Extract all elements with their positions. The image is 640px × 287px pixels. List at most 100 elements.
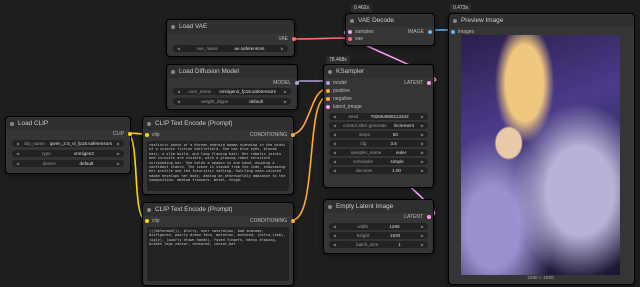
widget-label: control after generate xyxy=(343,123,387,128)
output-vae-socket[interactable] xyxy=(292,37,296,41)
widget-label: width xyxy=(357,224,369,229)
clip-text-encode-negative-node[interactable]: CLIP Text Encode (Prompt) clip CONDITION… xyxy=(142,202,295,286)
negative-prompt-textarea[interactable]: (((deformed))), blurry, over saturation,… xyxy=(147,227,289,281)
node-status-dot xyxy=(350,18,354,23)
output-model-label: MODEL xyxy=(273,80,291,86)
load-vae-node[interactable]: Load VAE VAE ◀ vae_name ae.safetensors ▶ xyxy=(166,19,296,57)
output-conditioning-socket[interactable] xyxy=(291,133,295,137)
output-clip-socket[interactable] xyxy=(128,132,132,136)
steps-widget[interactable]: ◀ steps 50 ▶ xyxy=(329,131,428,138)
wire-vae xyxy=(292,37,350,40)
empty-latent-image-node[interactable]: Empty Latent Image LATENT ◀ width 1280 ▶ ◀ h… xyxy=(323,199,434,254)
widget-value: 50 xyxy=(392,132,398,137)
input-vae-label: vae xyxy=(355,36,364,42)
widget-label: unet_name xyxy=(188,89,212,94)
output-image-label: IMAGE xyxy=(407,29,424,35)
node-status-dot xyxy=(171,24,175,29)
node-title: Load CLIP xyxy=(18,120,49,127)
clip-text-encode-positive-node[interactable]: CLIP Text Encode (Prompt) clip CONDITION… xyxy=(142,116,295,195)
output-conditioning-socket[interactable] xyxy=(291,219,295,223)
input-clip-socket[interactable] xyxy=(145,133,149,137)
type-widget[interactable]: ◀ type omnigen2 ▶ xyxy=(12,150,124,157)
input-negative-label: negative xyxy=(333,96,352,102)
input-latent-socket[interactable] xyxy=(326,105,330,109)
control-after-generate-widget[interactable]: ◀ control after generate increment ▶ xyxy=(329,122,428,129)
sampler-name-widget[interactable]: ◀ sampler_name euler ▶ xyxy=(329,149,428,156)
node-status-dot xyxy=(328,204,332,209)
input-clip-socket[interactable] xyxy=(145,219,149,223)
output-conditioning-label: CONDITIONING xyxy=(250,218,287,224)
node-status-dot xyxy=(171,69,175,74)
node-title: KSampler xyxy=(336,68,365,75)
scheduler-widget[interactable]: ◀ scheduler simple ▶ xyxy=(329,158,428,165)
widget-label: device xyxy=(42,161,56,166)
node-title: Load Diffusion Model xyxy=(179,68,239,75)
load-clip-node[interactable]: Load CLIP CLIP ◀ clip_name qwen_2.5_vl_fp1… xyxy=(5,116,132,174)
output-latent-socket[interactable] xyxy=(427,215,431,219)
clip-name-widget[interactable]: ◀ clip_name qwen_2.5_vl_fp16.safetensors ▶ xyxy=(12,140,124,147)
vae-name-widget[interactable]: ◀ vae_name ae.safetensors ▶ xyxy=(173,45,288,52)
seed-widget[interactable]: ◀ seed 782664668113342 ▶ xyxy=(329,113,428,120)
widget-value: ae.safetensors xyxy=(234,46,265,51)
widget-value: 1.00 xyxy=(392,168,401,173)
node-status-dot xyxy=(453,18,457,23)
widget-label: clip_name xyxy=(23,141,45,146)
node-title: CLIP Text Encode (Prompt) xyxy=(155,206,233,213)
widget-value: omnigen2 xyxy=(73,151,94,156)
image-size-caption: 1280 × 1920 xyxy=(527,276,554,281)
input-clip-label: clip xyxy=(152,218,160,224)
unet-name-widget[interactable]: ◀ unet_name omnigen2_fp16.safetensors ▶ xyxy=(173,88,291,95)
input-model-label: model xyxy=(333,80,347,86)
node-status-dot xyxy=(10,121,14,126)
generated-image-preview xyxy=(461,35,620,275)
device-widget[interactable]: ◀ device default ▶ xyxy=(12,160,124,167)
vae-decode-time: 0.462s xyxy=(351,4,373,12)
widget-label: seed xyxy=(348,114,359,119)
width-widget[interactable]: ◀ width 1280 ▶ xyxy=(329,223,428,230)
wire-negative-conditioning xyxy=(291,96,328,221)
preview-time: 0.473s xyxy=(450,4,472,12)
output-latent-label: LATENT xyxy=(404,214,423,220)
widget-label: batch_size xyxy=(356,242,379,247)
node-title: Load VAE xyxy=(179,23,208,30)
weight-dtype-widget[interactable]: ◀ weight_dtype default ▶ xyxy=(173,98,291,105)
widget-value: 1280 xyxy=(389,224,400,229)
widget-value: 1920 xyxy=(389,233,401,238)
input-clip-label: clip xyxy=(152,132,160,138)
widget-value: omnigen2_fp16.safetensors xyxy=(219,89,276,94)
input-positive-socket[interactable] xyxy=(326,89,330,93)
widget-value: 782664668113342 xyxy=(370,114,409,119)
ksampler-node[interactable]: KSampler model positive negative latent_… xyxy=(323,64,434,188)
output-image-socket[interactable] xyxy=(428,30,432,34)
denoise-widget[interactable]: ◀ denoise 1.00 ▶ xyxy=(329,167,428,174)
positive-prompt-textarea[interactable]: realistic photo of a Korean android woma… xyxy=(147,141,289,191)
input-images-socket[interactable] xyxy=(451,30,455,34)
node-status-dot xyxy=(147,121,151,126)
input-samples-socket[interactable] xyxy=(348,30,352,34)
node-title: Empty Latent Image xyxy=(336,203,394,210)
widget-label: height xyxy=(356,233,370,238)
input-model-socket[interactable] xyxy=(326,81,330,85)
batch-size-widget[interactable]: ◀ batch_size 1 ▶ xyxy=(329,241,428,248)
input-negative-socket[interactable] xyxy=(326,97,330,101)
output-latent-socket[interactable] xyxy=(427,81,431,85)
widget-label: weight_dtype xyxy=(201,99,229,104)
node-title: VAE Decode xyxy=(358,17,395,24)
widget-value: 1 xyxy=(398,242,401,247)
node-status-dot xyxy=(147,207,151,212)
input-vae-socket[interactable] xyxy=(348,37,352,41)
height-widget[interactable]: ◀ height 1920 ▶ xyxy=(329,232,428,239)
widget-label: sampler_name xyxy=(350,150,382,155)
node-title: Preview Image xyxy=(461,17,504,24)
ksampler-time: 78.468s xyxy=(326,56,350,64)
widget-label: type xyxy=(42,151,51,156)
output-latent-label: LATENT xyxy=(404,80,423,86)
widget-label: steps xyxy=(358,132,370,137)
output-model-socket[interactable] xyxy=(295,81,299,85)
load-diffusion-model-node[interactable]: Load Diffusion Model MODEL ◀ unet_name om… xyxy=(166,64,299,110)
node-title: CLIP Text Encode (Prompt) xyxy=(155,120,233,127)
widget-value: simple xyxy=(390,159,404,164)
widget-label: scheduler xyxy=(353,159,374,164)
vae-decode-node[interactable]: VAE Decode samples vae IMAGE xyxy=(345,13,435,46)
cfg-widget[interactable]: ◀ cfg 3.5 ▶ xyxy=(329,140,428,147)
